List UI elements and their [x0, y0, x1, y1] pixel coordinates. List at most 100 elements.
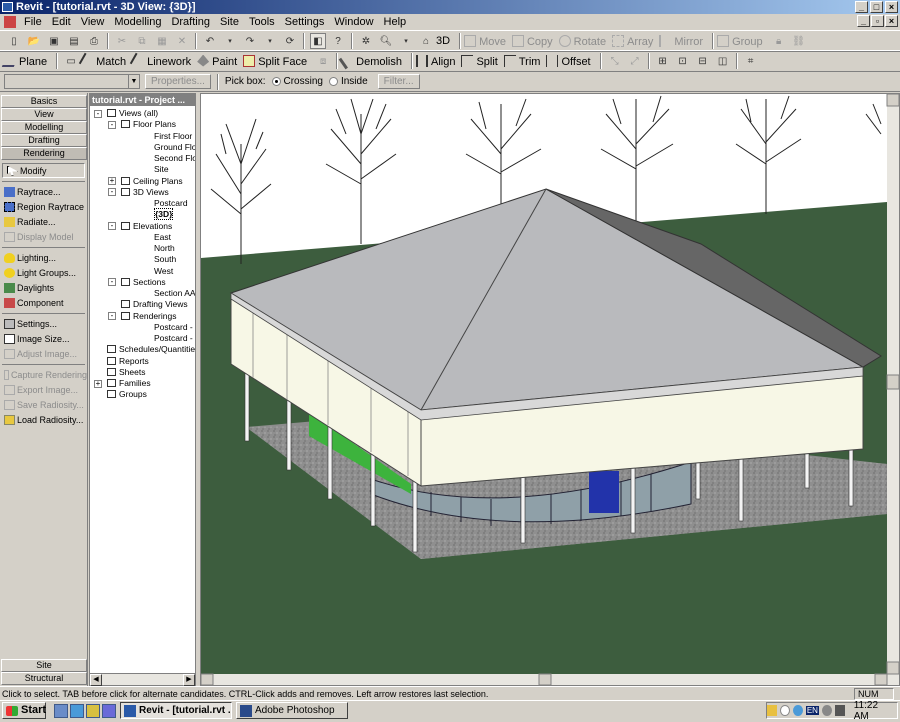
demolish-button[interactable]: Demolish [338, 52, 402, 69]
volume-icon[interactable] [834, 705, 845, 716]
collapse-toggle-icon[interactable]: - [108, 278, 116, 287]
copy-button[interactable]: Copy [511, 34, 553, 48]
doc-close-button[interactable]: × [885, 15, 898, 27]
move-button[interactable]: Move [464, 34, 506, 48]
delete-icon[interactable]: ✕ [174, 33, 190, 49]
collapse-toggle-icon[interactable]: - [108, 222, 116, 230]
menu-window[interactable]: Window [329, 16, 378, 28]
tray-globe-icon[interactable] [792, 705, 803, 716]
tree-item[interactable]: Families [107, 378, 151, 389]
maximize-button[interactable]: □ [870, 1, 883, 13]
scroll-right-icon[interactable] [874, 673, 888, 686]
offset-button[interactable]: Offset [546, 54, 591, 68]
tree-item[interactable]: Drafting Views [121, 299, 188, 310]
paint-button[interactable]: Paint [197, 54, 237, 68]
image-size-button[interactable]: Image Size... [0, 331, 87, 346]
scroll-left-icon[interactable]: ◀ [90, 674, 102, 686]
menu-help[interactable]: Help [379, 16, 412, 28]
media-player-icon[interactable] [102, 703, 116, 718]
internet-explorer-icon[interactable] [70, 703, 84, 718]
region-raytrace-button[interactable]: Region Raytrace [0, 199, 87, 214]
plane-button[interactable]: Plane [1, 54, 47, 68]
scale-icon[interactable]: ⤢ [627, 53, 643, 69]
view-3d-label[interactable]: 3D [436, 35, 450, 47]
crossing-radio[interactable] [271, 77, 281, 86]
capture-rendering-button[interactable]: Capture Rendering [0, 367, 87, 382]
align-button[interactable]: Align [416, 54, 455, 68]
trim-button[interactable]: Trim [503, 54, 540, 68]
document-icon[interactable] [4, 16, 16, 28]
zoom-dropdown-icon[interactable]: ▾ [398, 33, 414, 49]
tree-item[interactable]: East [154, 232, 171, 243]
filter-button[interactable]: Filter... [377, 74, 420, 89]
collapse-toggle-icon[interactable]: - [94, 109, 102, 118]
outlook-icon[interactable] [86, 703, 100, 718]
horizontal-scroll-thumb[interactable] [538, 673, 552, 686]
daylights-button[interactable]: Daylights [0, 280, 87, 295]
refresh-icon[interactable]: ⟳ [282, 33, 298, 49]
print-icon[interactable]: ⎙ [86, 33, 102, 49]
raytrace-button[interactable]: Raytrace... [0, 184, 87, 199]
3d-model-view[interactable] [200, 93, 900, 686]
view-3d-window[interactable] [200, 93, 900, 686]
paste-aligned-icon[interactable]: ⊟ [695, 53, 711, 69]
browser-horizontal-scrollbar[interactable]: ◀ ▶ [90, 673, 195, 686]
scroll-down-icon[interactable] [886, 661, 900, 675]
tree-item[interactable]: Schedules/Quantitie [107, 344, 195, 355]
tree-item[interactable]: Section AA [154, 288, 195, 299]
modify-button[interactable]: Modify [2, 163, 85, 178]
split-face-button[interactable]: Split Face [243, 54, 307, 68]
split-button[interactable]: Split [461, 54, 498, 68]
redo-dropdown-icon[interactable]: ▾ [262, 33, 278, 49]
collapse-toggle-icon[interactable]: - [108, 120, 116, 129]
language-indicator[interactable]: EN [805, 706, 819, 715]
pin-icon[interactable]: ⌗ [743, 53, 759, 69]
save-icon[interactable]: ▣ [46, 33, 62, 49]
menu-settings[interactable]: Settings [280, 16, 330, 28]
rotate-button[interactable]: Rotate [558, 34, 606, 48]
scroll-up-icon[interactable] [886, 93, 900, 107]
display-model-button[interactable]: Display Model [0, 229, 87, 244]
tree-item[interactable]: Postcard - Wall [154, 333, 195, 344]
menu-site[interactable]: Site [215, 16, 244, 28]
linework-button[interactable]: Linework [129, 52, 191, 69]
menu-file[interactable]: File [19, 16, 47, 28]
radiate-button[interactable]: Radiate... [0, 214, 87, 229]
tree-item[interactable]: Postcard - Grou [154, 322, 195, 333]
desktop-icon[interactable] [54, 703, 68, 718]
tree-item[interactable]: First Floor [154, 131, 192, 142]
minimize-button[interactable]: _ [855, 1, 868, 13]
tree-item[interactable]: Ground Floor [154, 142, 195, 153]
tree-item[interactable]: Second Floor [154, 153, 195, 164]
tray-security-icon[interactable] [821, 705, 832, 716]
zoom-icon[interactable]: 🔍︎ [378, 33, 394, 49]
group-button[interactable]: Group [717, 34, 763, 48]
expand-toggle-icon[interactable]: + [108, 177, 116, 185]
save-all-icon[interactable]: ▤ [66, 33, 82, 49]
vertical-scroll-thumb[interactable] [886, 374, 900, 390]
collapse-toggle-icon[interactable]: - [108, 312, 116, 320]
task-photoshop[interactable]: Adobe Photoshop [236, 702, 348, 719]
tree-item[interactable]: South [154, 254, 176, 265]
scroll-right-icon[interactable]: ▶ [183, 674, 195, 686]
doc-minimize-button[interactable]: _ [857, 15, 870, 27]
tree-item[interactable]: Site [154, 164, 169, 175]
export-image-button[interactable]: Export Image... [0, 382, 87, 397]
tree-item[interactable]: Floor Plans [121, 119, 176, 130]
settings-button[interactable]: Settings... [0, 316, 87, 331]
view-3d-icon[interactable]: ⌂ [418, 33, 434, 49]
copy-to-clipboard-icon[interactable]: ◫ [715, 53, 731, 69]
tree-item[interactable]: 3D Views [121, 187, 169, 198]
tab-basics[interactable]: Basics [1, 95, 87, 108]
mirror-button[interactable]: Mirror [659, 34, 703, 48]
chevron-down-icon[interactable]: ▼ [128, 75, 139, 88]
coordination-icon[interactable]: ⊡ [675, 53, 691, 69]
inside-radio[interactable] [328, 77, 338, 86]
menu-drafting[interactable]: Drafting [166, 16, 215, 28]
resize-icon[interactable]: ⤡ [607, 53, 623, 69]
menu-modelling[interactable]: Modelling [109, 16, 166, 28]
tab-view[interactable]: View [1, 108, 87, 121]
load-radiosity-button[interactable]: Load Radiosity... [0, 412, 87, 427]
revit-app-icon[interactable] [2, 2, 13, 12]
clock[interactable]: 11:22 AM [854, 700, 891, 722]
